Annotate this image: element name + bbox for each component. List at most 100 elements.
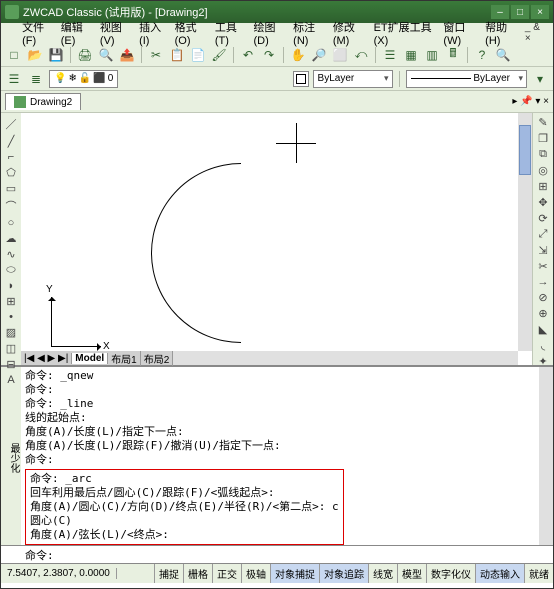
command-history: 命令: _qnew 命令: 命令: _line 线的起始点: 角度(A)/长度(… — [21, 367, 539, 545]
save-icon[interactable]: 💾 — [47, 46, 65, 64]
scrollbar-vertical[interactable] — [518, 113, 532, 351]
join-icon[interactable]: ⊕ — [535, 307, 551, 320]
menu-dim[interactable]: 标注(N) — [289, 17, 329, 49]
menu-window[interactable]: 窗口(W) — [439, 17, 481, 49]
region-icon[interactable]: ◫ — [3, 342, 19, 355]
revcloud-icon[interactable]: ☁ — [3, 232, 19, 245]
preview-icon[interactable]: 🔍 — [97, 46, 115, 64]
polygon-icon[interactable]: ⬠ — [3, 166, 19, 179]
tab-layout1[interactable]: 布局1 — [108, 351, 141, 366]
linetype-dropdown[interactable]: ByLayer — [406, 70, 527, 88]
copy2-icon[interactable]: ❐ — [535, 132, 551, 145]
menu-insert[interactable]: 插入(I) — [135, 17, 171, 49]
open-icon[interactable]: 📂 — [26, 46, 44, 64]
status-7[interactable]: 模型 — [397, 564, 426, 583]
text-icon[interactable]: A — [3, 374, 19, 386]
layer-state-icon[interactable]: ≣ — [27, 70, 45, 88]
point-icon[interactable]: • — [3, 311, 19, 323]
zoom-rt-icon[interactable]: 🔎 — [310, 46, 328, 64]
cmd-side-label[interactable]: 最少化 — [1, 367, 21, 545]
cmd-scrollbar[interactable] — [539, 367, 553, 545]
status-3[interactable]: 极轴 — [241, 564, 270, 583]
status-6[interactable]: 线宽 — [368, 564, 397, 583]
menu-tools[interactable]: 工具(T) — [211, 17, 250, 49]
stretch-icon[interactable]: ⇲ — [535, 244, 551, 257]
menu-format[interactable]: 格式(O) — [171, 17, 211, 49]
tab-layout2[interactable]: 布局2 — [141, 351, 174, 366]
color-swatch[interactable] — [293, 71, 309, 87]
undo-icon[interactable]: ↶ — [239, 46, 257, 64]
copy-icon[interactable]: 📋 — [168, 46, 186, 64]
pan-icon[interactable]: ✋ — [289, 46, 307, 64]
help-icon[interactable]: ? — [473, 46, 491, 64]
color-dropdown[interactable]: ByLayer — [313, 70, 393, 88]
scale-icon[interactable]: ⤢ — [535, 228, 551, 241]
model-tabs-bar[interactable]: |◀ ◀ ▶ ▶| Model 布局1 布局2 — [21, 351, 518, 365]
spline-icon[interactable]: ∿ — [3, 248, 19, 261]
mirror-icon[interactable]: ⧉ — [535, 148, 551, 161]
tab-controls[interactable]: ▸ 📌 ▾ × — [512, 96, 549, 107]
menu-draw[interactable]: 绘图(D) — [249, 17, 289, 49]
props-icon[interactable]: ☰ — [381, 46, 399, 64]
find-icon[interactable]: 🔍 — [494, 46, 512, 64]
ltscale-icon[interactable]: ▾ — [531, 70, 549, 88]
trim-icon[interactable]: ✂ — [535, 260, 551, 273]
redo-icon[interactable]: ↷ — [260, 46, 278, 64]
circle-icon[interactable]: ○ — [3, 217, 19, 229]
status-8[interactable]: 数字化仪 — [426, 564, 475, 583]
close-button[interactable]: × — [531, 5, 549, 19]
block-icon[interactable]: ⊞ — [3, 295, 19, 308]
coordinates[interactable]: 7.5407, 2.3807, 0.0000 — [1, 568, 117, 579]
menu-help[interactable]: 帮助(H) — [481, 17, 521, 49]
cut-icon[interactable]: ✂ — [147, 46, 165, 64]
arc-icon[interactable]: ⌒ — [3, 198, 19, 214]
zoom-prev-icon[interactable]: ⤺ — [352, 46, 370, 64]
chamfer-icon[interactable]: ◣ — [535, 323, 551, 336]
status-4[interactable]: 对象捕捉 — [270, 564, 319, 583]
menu-view[interactable]: 视图(V) — [96, 17, 135, 49]
drawing-canvas[interactable]: YX |◀ ◀ ▶ ▶| Model 布局1 布局2 — [21, 113, 533, 365]
status-2[interactable]: 正交 — [212, 564, 241, 583]
match-icon[interactable]: 🖌 — [210, 46, 228, 64]
tab-model[interactable]: Model — [72, 353, 108, 364]
tab-nav[interactable]: |◀ ◀ ▶ ▶| — [21, 353, 72, 364]
new-icon[interactable]: □ — [5, 46, 23, 64]
move-icon[interactable]: ✥ — [535, 196, 551, 209]
menu-edit[interactable]: 编辑(E) — [57, 17, 96, 49]
pline-icon[interactable]: ⌐ — [3, 151, 19, 163]
doc-tab-active[interactable]: Drawing2 — [5, 93, 81, 110]
menu-file[interactable]: 文件(F) — [18, 17, 57, 49]
layer-dropdown[interactable]: 💡 ❄ 🔓 ⬛ 0 — [49, 70, 118, 88]
zoom-win-icon[interactable]: ⬜ — [331, 46, 349, 64]
menu-modify[interactable]: 修改(M) — [329, 17, 370, 49]
ellarc-icon[interactable]: ◗ — [3, 280, 19, 292]
rect-icon[interactable]: ▭ — [3, 182, 19, 195]
mdi-buttons[interactable]: _ & × — [521, 20, 549, 46]
erase-icon[interactable]: ✎ — [535, 116, 551, 129]
table-icon[interactable]: ⊟ — [3, 358, 19, 371]
fillet-icon[interactable]: ◟ — [535, 339, 551, 352]
offset-icon[interactable]: ◎ — [535, 164, 551, 177]
break-icon[interactable]: ⊘ — [535, 291, 551, 304]
rotate-icon[interactable]: ⟳ — [535, 212, 551, 225]
calc-icon[interactable]: 🖩 — [444, 46, 462, 64]
line-icon[interactable]: ／ — [3, 116, 19, 132]
extend-icon[interactable]: → — [535, 276, 551, 288]
menu-et[interactable]: ET扩展工具(X) — [370, 17, 440, 49]
command-line[interactable]: 命令: — [1, 545, 553, 563]
layer-mgr-icon[interactable]: ☰ — [5, 70, 23, 88]
status-0[interactable]: 捕捉 — [154, 564, 183, 583]
array-icon[interactable]: ⊞ — [535, 180, 551, 193]
status-10[interactable]: 就绪 — [524, 564, 553, 583]
status-5[interactable]: 对象追踪 — [319, 564, 368, 583]
tp-icon[interactable]: ▥ — [423, 46, 441, 64]
paste-icon[interactable]: 📄 — [189, 46, 207, 64]
xline-icon[interactable]: ╱ — [3, 135, 19, 148]
ellipse-icon[interactable]: ⬭ — [3, 264, 19, 277]
publish-icon[interactable]: 📤 — [118, 46, 136, 64]
hatch-icon[interactable]: ▨ — [3, 326, 19, 339]
status-1[interactable]: 栅格 — [183, 564, 212, 583]
print-icon[interactable]: 🖨 — [76, 46, 94, 64]
dc-icon[interactable]: ▦ — [402, 46, 420, 64]
status-9[interactable]: 动态输入 — [475, 564, 524, 583]
